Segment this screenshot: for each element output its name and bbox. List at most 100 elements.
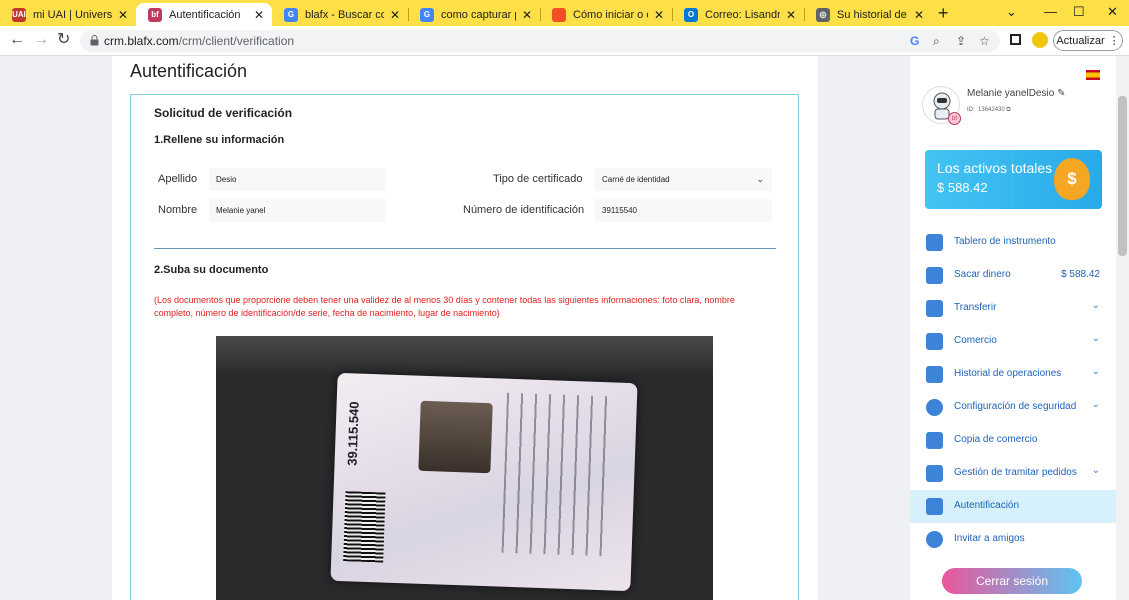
tab-title: mi UAI | Universidad A (33, 8, 112, 21)
maximize-icon[interactable]: ☐ (1073, 3, 1085, 21)
close-tab-icon[interactable]: ✕ (252, 8, 266, 22)
logout-button[interactable]: Cerrar sesión (942, 568, 1082, 594)
sidebar-item[interactable]: Historial de operaciones ⌄ (910, 358, 1116, 391)
tab-title: Correo: Lisandro Farif (705, 8, 780, 21)
close-tab-icon[interactable]: ✕ (388, 8, 402, 22)
invite-icon (926, 531, 943, 548)
browser-tab[interactable]: O Correo: Lisandro Farif ✕ (672, 3, 804, 26)
sidebar-item-label: Sacar dinero (954, 269, 1011, 280)
new-tab-button[interactable]: + (938, 3, 949, 23)
browser-toolbar: ← → ↻ crm.blafx.com/crm/client/verificat… (0, 26, 1129, 56)
browser-tab[interactable]: Cómo iniciar o cerrar ✕ (540, 3, 672, 26)
browser-tab[interactable]: ◎ Su historial de transfe ✕ (804, 3, 932, 26)
close-window-icon[interactable]: ✕ (1107, 3, 1118, 21)
side-panel-icon[interactable] (1010, 34, 1021, 45)
tipo-certificado-select[interactable]: Carné de identidad ⌄ (595, 168, 772, 191)
share-icon[interactable]: ⇪ (956, 34, 966, 48)
brand-badge-icon: bf (948, 112, 961, 125)
globe-icon: ◎ (816, 7, 830, 22)
gear-icon (926, 399, 943, 416)
chevron-down-icon[interactable]: ⌄ (1092, 399, 1100, 410)
uai-logo: UAI (12, 7, 26, 22)
user-name: Melanie yanelDesio ✎ (967, 88, 1066, 99)
page-title: Autentificación (130, 61, 248, 81)
id-card-photo (418, 400, 493, 474)
browser-tab[interactable]: Gcomo capturar pantal ✕ (408, 3, 540, 26)
uploaded-document-image[interactable]: 39.115.540 (216, 336, 713, 600)
numero-identificacion-field[interactable]: 39115540 (595, 199, 772, 222)
sidebar-item[interactable]: Tablero de instrumento (910, 226, 1116, 259)
avatar[interactable]: bf (922, 86, 961, 125)
apellido-field[interactable]: Desio (209, 168, 386, 191)
barcode-icon (343, 491, 386, 563)
scrollbar-thumb[interactable] (1118, 96, 1127, 256)
google-translate-icon[interactable]: G (910, 34, 919, 48)
close-tab-icon[interactable]: ✕ (912, 8, 926, 22)
dashboard-icon (926, 234, 943, 251)
blafx-logo: bf (148, 7, 162, 22)
sidebar-item-value: $ 588.42 (1061, 269, 1100, 280)
total-assets-title: Los activos totales (937, 160, 1053, 176)
chevron-down-icon[interactable]: ⌄ (1092, 300, 1100, 311)
tab-title: Autentificación (169, 8, 241, 21)
sidebar-item-label: Configuración de seguridad (954, 401, 1077, 412)
sidebar-item[interactable]: Copia de comercio (910, 424, 1116, 457)
photo-background (216, 336, 713, 376)
outlook-icon: O (684, 7, 698, 22)
close-tab-icon[interactable]: ✕ (116, 8, 130, 22)
sidebar-item-label: Tablero de instrumento (954, 236, 1056, 247)
chevron-down-icon[interactable]: ⌄ (1092, 465, 1100, 476)
bookmark-star-icon[interactable]: ☆ (979, 34, 990, 48)
sidebar-item[interactable]: Sacar dinero $ 588.42 (910, 259, 1116, 292)
main-content: Autentificación Solicitud de verificació… (112, 56, 818, 600)
forward-arrow-icon[interactable]: → (33, 31, 49, 49)
sidebar-item[interactable]: Configuración de seguridad ⌄ (910, 391, 1116, 424)
copy-id-icon[interactable]: ⧉ (1006, 107, 1010, 113)
section-divider (154, 248, 776, 249)
kebab-menu-icon: ⋮ (1108, 35, 1120, 47)
profile-avatar[interactable] (1032, 32, 1048, 48)
spain-flag-icon[interactable] (1086, 70, 1100, 80)
chevron-down-icon[interactable]: ⌄ (1006, 3, 1017, 21)
chevron-down-icon: ⌄ (756, 174, 764, 184)
total-assets-card: Los activos totales $ 588.42 $ (925, 150, 1102, 209)
id-card-image: 39.115.540 (330, 372, 638, 592)
close-tab-icon[interactable]: ✕ (652, 8, 666, 22)
chevron-down-icon[interactable]: ⌄ (1092, 366, 1100, 377)
sidebar-item[interactable]: Autentificación (910, 490, 1116, 523)
copy-icon (926, 432, 943, 449)
sidebar-item-label: Copia de comercio (954, 434, 1038, 445)
sidebar-item[interactable]: Comercio ⌄ (910, 325, 1116, 358)
nombre-field[interactable]: Melanie yanel (209, 199, 386, 222)
reload-icon[interactable]: ↻ (57, 31, 70, 49)
wallet-icon (926, 267, 943, 284)
total-assets-value: $ 588.42 (937, 180, 988, 195)
close-tab-icon[interactable]: ✕ (784, 8, 798, 22)
sidebar-item-label: Autentificación (954, 500, 1020, 511)
page-scrollbar[interactable] (1116, 56, 1129, 600)
url-text: crm.blafx.com/crm/client/verification (104, 34, 295, 48)
sidebar-item[interactable]: Gestión de tramitar pedidos ⌄ (910, 457, 1116, 490)
chevron-down-icon[interactable]: ⌄ (1092, 333, 1100, 344)
browser-tab[interactable]: bf Autentificación ✕ (136, 3, 272, 26)
sidebar-item[interactable]: Invitar a amigos (910, 523, 1116, 556)
update-button[interactable]: Actualizar ⋮ (1053, 30, 1123, 51)
edit-pencil-icon[interactable]: ✎ (1057, 88, 1065, 99)
section-upload-title: 2.Suba su documento (154, 264, 269, 276)
sidebar-item[interactable]: Transferir ⌄ (910, 292, 1116, 325)
tipo-certificado-label: Tipo de certificado (493, 173, 583, 185)
zoom-icon[interactable]: ⌕ (933, 34, 940, 49)
sidebar-item-label: Transferir (954, 302, 997, 313)
tab-title: blafx - Buscar con Go (305, 8, 384, 21)
back-arrow-icon[interactable]: ← (9, 31, 25, 49)
browser-tab[interactable]: Gblafx - Buscar con Go ✕ (272, 3, 408, 26)
minimize-icon[interactable]: — (1044, 3, 1057, 21)
verification-card: Solicitud de verificación 1.Rellene su i… (130, 94, 799, 600)
sidebar-item-label: Invitar a amigos (954, 533, 1025, 544)
google-icon: G (284, 7, 298, 22)
close-tab-icon[interactable]: ✕ (520, 8, 534, 22)
money-bag-icon: $ (1054, 158, 1090, 200)
numero-identificacion-label: Número de identificación (463, 204, 585, 216)
address-bar[interactable]: crm.blafx.com/crm/client/verification G … (80, 30, 1000, 52)
browser-tab[interactable]: UAI mi UAI | Universidad A ✕ (0, 3, 136, 26)
